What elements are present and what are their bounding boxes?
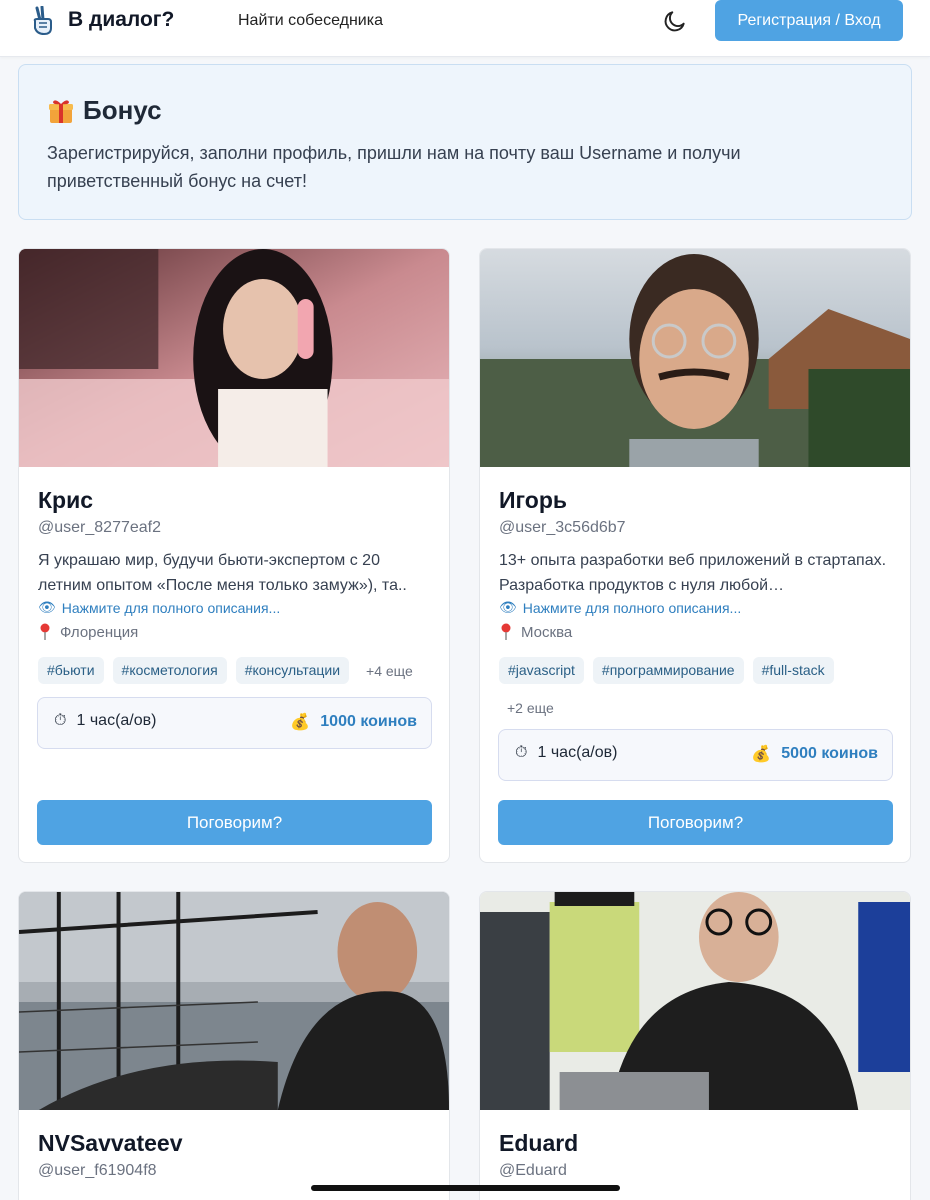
home-indicator <box>311 1185 620 1191</box>
talk-button[interactable]: Поговорим? <box>37 800 432 845</box>
tag[interactable]: #javascript <box>499 657 584 684</box>
session-price: 💰 5000 коинов <box>751 744 878 764</box>
more-link-label: Нажмите для полного описания... <box>522 599 742 616</box>
duration-label: 1 час(а/ов) <box>537 744 618 761</box>
profile-card[interactable]: NVSavvateev @user_f61904f8 <box>18 891 450 1200</box>
tag[interactable]: #программирование <box>592 657 744 684</box>
victory-hand-icon[interactable] <box>30 6 56 36</box>
profile-card[interactable]: Игорь @user_3c56d6b7 13+ опыта разработк… <box>479 248 911 863</box>
price-label: 1000 коинов <box>320 713 417 730</box>
city-label: Москва <box>521 623 573 641</box>
profile-username: @user_f61904f8 <box>38 1162 157 1179</box>
profile-bio: Я украшаю мир, будучи бьюти-экспертом с … <box>38 552 407 594</box>
profile-photo[interactable] <box>480 249 910 467</box>
stopwatch-icon: ⏱ <box>515 744 528 761</box>
expand-description-link[interactable]: 👁 Нажмите для полного описания... <box>38 599 280 616</box>
theme-toggle-button[interactable] <box>660 6 690 36</box>
profile-photo[interactable] <box>19 892 449 1110</box>
session-price-box: ⏱ 1 час(а/ов) 💰 1000 коинов <box>37 697 432 749</box>
profile-username: @user_3c56d6b7 <box>499 519 626 536</box>
tag[interactable]: #бьюти <box>38 657 104 684</box>
profile-username: @user_8277eaf2 <box>38 519 161 536</box>
tag-list: #javascript #программирование #full-stac… <box>499 657 899 721</box>
session-duration: ⏱ 1 час(а/ов) <box>54 712 156 730</box>
eye-icon: 👁 <box>499 599 517 615</box>
profile-name: Крис <box>38 487 94 513</box>
bonus-description: Зарегистрируйся, заполни профиль, пришли… <box>47 143 741 191</box>
session-duration: ⏱ 1 час(а/ов) <box>515 744 617 762</box>
profile-name: NVSavvateev <box>38 1130 183 1156</box>
more-link-label: Нажмите для полного описания... <box>61 599 281 616</box>
money-bag-icon: 💰 <box>290 714 311 731</box>
city-label: Флоренция <box>60 623 139 641</box>
tag[interactable]: #косметология <box>112 657 227 684</box>
profile-name: Eduard <box>499 1130 579 1156</box>
more-tags-label[interactable]: +2 еще <box>499 695 562 721</box>
profile-card[interactable]: Eduard @Eduard <box>479 891 911 1200</box>
pin-icon <box>501 623 511 640</box>
money-bag-icon: 💰 <box>751 746 772 763</box>
eye-icon: 👁 <box>38 599 56 615</box>
talk-button[interactable]: Поговорим? <box>498 800 893 845</box>
brand-title[interactable]: В диалог? <box>68 8 174 32</box>
nav-find-partner[interactable]: Найти собеседника <box>238 12 383 30</box>
expand-description-link[interactable]: 👁 Нажмите для полного описания... <box>499 599 741 616</box>
more-tags-label[interactable]: +4 еще <box>358 658 421 684</box>
tag[interactable]: #full-stack <box>752 657 834 684</box>
profile-photo[interactable] <box>19 249 449 467</box>
session-price: 💰 1000 коинов <box>290 712 417 732</box>
session-price-box: ⏱ 1 час(а/ов) 💰 5000 коинов <box>498 729 893 781</box>
profile-photo[interactable] <box>480 892 910 1110</box>
login-register-button[interactable]: Регистрация / Вход <box>715 0 903 41</box>
profile-location: Москва <box>499 623 572 641</box>
profile-username: @Eduard <box>499 1162 567 1179</box>
profile-bio: 13+ опыта разработки веб приложений в ст… <box>499 552 887 594</box>
moon-icon <box>664 11 685 32</box>
tag-list: #бьюти #косметология #консультации +4 ещ… <box>38 657 438 684</box>
bonus-heading: Бонус <box>47 95 162 126</box>
duration-label: 1 час(а/ов) <box>76 712 157 729</box>
stopwatch-icon: ⏱ <box>54 712 67 729</box>
profile-name: Игорь <box>499 487 568 513</box>
pin-icon <box>40 623 50 640</box>
bonus-title: Бонус <box>83 95 162 125</box>
profile-card[interactable]: Крис @user_8277eaf2 Я украшаю мир, будуч… <box>18 248 450 863</box>
bonus-banner: Бонус Зарегистрируйся, заполни профиль, … <box>18 64 912 220</box>
gift-icon <box>49 99 73 123</box>
price-label: 5000 коинов <box>781 745 878 762</box>
tag[interactable]: #консультации <box>235 657 350 684</box>
profile-location: Флоренция <box>38 623 138 641</box>
top-header: В диалог? Найти собеседника Регистрация … <box>0 0 930 57</box>
